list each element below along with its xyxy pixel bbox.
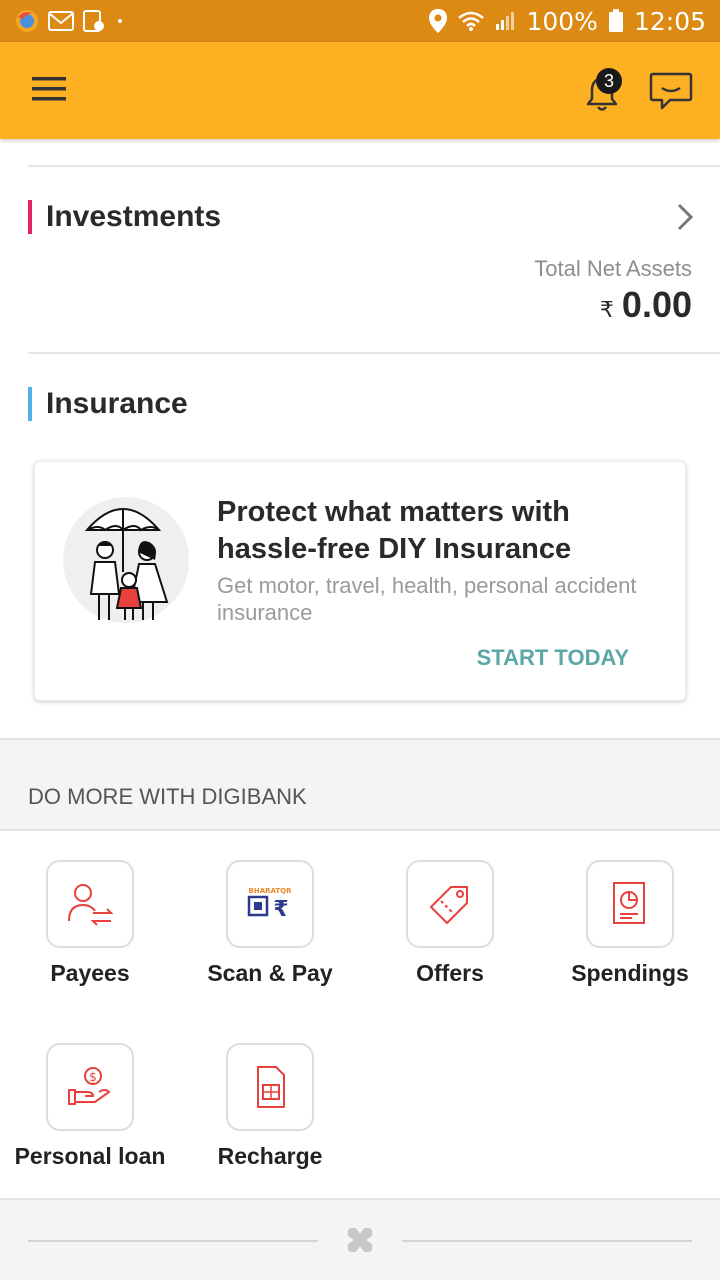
insurance-promo-card[interactable]: Protect what matters with hassle-free DI… xyxy=(34,461,686,701)
bharat-qr-brand-text: BHARATQR xyxy=(249,887,293,895)
offers-icon-box xyxy=(406,860,494,948)
digibank-logo-icon xyxy=(348,1228,372,1252)
personal-loan-tile[interactable]: $ Personal loan xyxy=(0,1043,180,1170)
chat-button[interactable] xyxy=(648,70,694,114)
wifi-icon xyxy=(458,11,485,31)
svg-text:₹: ₹ xyxy=(273,897,288,922)
signal-icon xyxy=(496,12,515,30)
svg-text:$: $ xyxy=(89,1070,97,1084)
scan-and-pay-label: Scan & Pay xyxy=(207,960,333,986)
clock: 12:05 xyxy=(633,6,706,36)
battery-percent: 100% xyxy=(526,6,598,36)
total-net-assets-label: Total Net Assets xyxy=(534,256,692,281)
app-bar: 3 xyxy=(0,42,720,139)
status-bar: 100% 12:05 xyxy=(0,0,720,42)
offers-tile[interactable]: Offers xyxy=(360,860,540,987)
family-umbrella-illustration xyxy=(63,497,189,623)
footer-line-right xyxy=(402,1240,692,1242)
spendings-icon-box xyxy=(586,860,674,948)
payees-icon-box xyxy=(46,860,134,948)
total-net-assets-amount: 0.00 xyxy=(621,284,692,325)
do-more-section-header: DO MORE WITH DIGIBANK xyxy=(0,738,720,831)
investments-header[interactable]: Investments xyxy=(28,200,221,234)
spendings-report-icon xyxy=(613,882,645,924)
insurance-accent-bar xyxy=(28,387,32,421)
payees-label: Payees xyxy=(50,960,130,986)
insurance-title: Insurance xyxy=(46,387,188,420)
firefox-icon xyxy=(16,10,38,32)
offers-tag-icon xyxy=(430,886,468,924)
payees-icon xyxy=(68,884,114,926)
recharge-tile[interactable]: Recharge xyxy=(180,1043,360,1170)
payees-tile[interactable]: Payees xyxy=(0,860,180,987)
location-icon xyxy=(429,9,448,33)
footer xyxy=(0,1198,720,1280)
menu-icon xyxy=(32,77,66,101)
offers-label: Offers xyxy=(416,960,484,986)
notification-badge: 3 xyxy=(596,68,622,94)
menu-button[interactable] xyxy=(30,74,68,104)
screenshot-icon xyxy=(83,10,104,32)
investments-accent-bar xyxy=(28,200,32,234)
chevron-right-icon[interactable] xyxy=(672,200,698,234)
battery-icon xyxy=(608,9,623,32)
insurance-headline: Protect what matters with hassle-free DI… xyxy=(217,496,572,565)
investments-title: Investments xyxy=(46,200,222,233)
section-divider xyxy=(28,352,720,354)
gmail-icon xyxy=(48,11,74,31)
start-today-button[interactable]: START TODAY xyxy=(477,645,629,671)
insurance-subtext: Get motor, travel, health, personal acci… xyxy=(217,573,637,625)
personal-loan-icon-box: $ xyxy=(46,1043,134,1131)
personal-loan-icon: $ xyxy=(68,1067,111,1105)
chat-icon xyxy=(649,72,693,110)
notifications-button[interactable]: 3 xyxy=(578,68,626,116)
scan-and-pay-icon-box: BHARATQR ₹ xyxy=(226,860,314,948)
footer-line-left xyxy=(28,1240,318,1242)
do-more-label: DO MORE WITH DIGIBANK xyxy=(28,784,307,809)
rupee-symbol: ₹ xyxy=(599,297,614,322)
scan-and-pay-tile[interactable]: BHARATQR ₹ Scan & Pay xyxy=(180,860,360,987)
recharge-label: Recharge xyxy=(217,1143,323,1169)
recharge-icon-box xyxy=(226,1043,314,1131)
spendings-tile[interactable]: Spendings xyxy=(540,860,720,987)
bharat-qr-icon: BHARATQR ₹ xyxy=(247,887,293,922)
sim-card-icon xyxy=(257,1066,285,1108)
spendings-label: Spendings xyxy=(571,960,689,986)
total-net-assets-value: ₹ 0.00 xyxy=(600,284,692,326)
personal-loan-label: Personal loan xyxy=(14,1143,166,1169)
top-divider xyxy=(28,165,720,167)
insurance-header: Insurance xyxy=(28,387,188,421)
dot-icon xyxy=(118,19,122,23)
